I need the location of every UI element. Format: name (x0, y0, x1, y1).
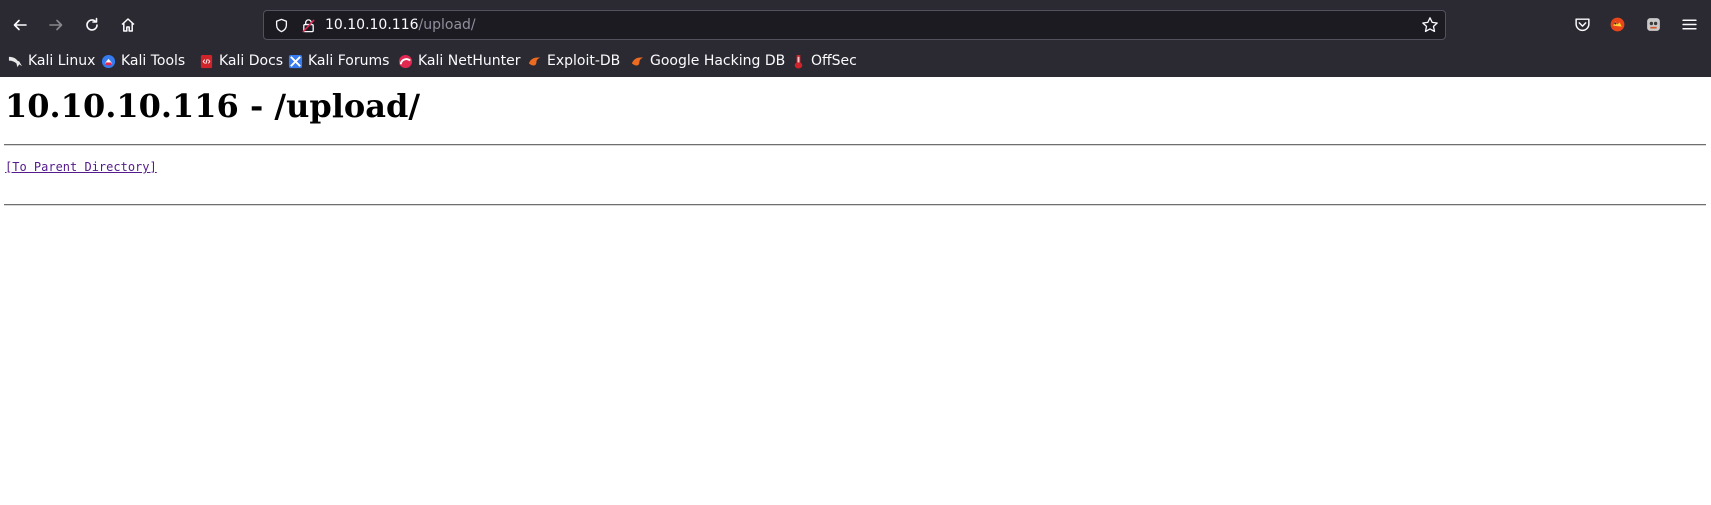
bookmarks-toolbar: Kali Linux Kali Tools Kali Docs Kali For… (0, 50, 1711, 77)
bookmark-star-icon[interactable] (1421, 16, 1439, 34)
bookmark-label: Google Hacking DB (650, 53, 786, 69)
nethunter-icon (398, 54, 413, 69)
exploit-db-icon (527, 54, 542, 69)
page-title: 10.10.10.116 - /upload/ (5, 87, 420, 125)
browser-chrome: 10.10.10.116/upload/ Kali Linux Kali Too… (0, 0, 1711, 77)
insecure-lock-icon[interactable] (300, 17, 316, 33)
tracking-protection-shield-icon[interactable] (273, 17, 289, 33)
kali-dragon-icon (8, 54, 23, 69)
bookmark-kali-forums[interactable]: Kali Forums (288, 50, 389, 72)
bookmark-label: Exploit-DB (547, 53, 621, 69)
home-icon[interactable] (115, 12, 141, 38)
kali-tools-icon (101, 54, 116, 69)
forward-arrow-icon[interactable] (43, 12, 69, 38)
url-text[interactable]: 10.10.10.116/upload/ (325, 16, 476, 34)
ghdb-icon (630, 54, 645, 69)
divider (4, 204, 1706, 206)
bookmark-label: Kali Docs (219, 53, 284, 69)
url-path: /upload/ (418, 17, 476, 33)
bookmark-kali-nethunter[interactable]: Kali NetHunter (398, 50, 520, 72)
url-host: 10.10.10.116 (325, 17, 419, 33)
bookmark-kali-tools[interactable]: Kali Tools (101, 50, 185, 72)
kali-forums-icon (288, 54, 303, 69)
bookmark-label: Kali Tools (121, 53, 186, 69)
extension-icon[interactable] (1607, 14, 1627, 34)
offsec-icon (791, 54, 806, 69)
page-content: 10.10.10.116 - /upload/ [To Parent Direc… (0, 77, 1711, 505)
bookmark-google-hacking-db[interactable]: Google Hacking DB (630, 50, 785, 72)
navigation-toolbar: 10.10.10.116/upload/ (0, 0, 1711, 50)
pocket-icon[interactable] (1572, 14, 1592, 34)
divider (4, 144, 1706, 146)
back-arrow-icon[interactable] (7, 12, 33, 38)
bookmark-kali-linux[interactable]: Kali Linux (8, 50, 95, 72)
bookmark-label: Kali Linux (28, 53, 96, 69)
kali-docs-icon (199, 54, 214, 69)
reload-icon[interactable] (79, 12, 105, 38)
bookmark-kali-docs[interactable]: Kali Docs (199, 50, 283, 72)
bookmark-label: Kali Forums (308, 53, 390, 69)
bookmark-label: OffSec (811, 53, 857, 69)
parent-directory-link[interactable]: [To Parent Directory] (5, 160, 157, 174)
extension-icon[interactable] (1643, 14, 1663, 34)
bookmark-label: Kali NetHunter (418, 53, 521, 69)
url-bar[interactable]: 10.10.10.116/upload/ (263, 10, 1446, 40)
bookmark-offsec[interactable]: OffSec (791, 50, 857, 72)
bookmark-exploit-db[interactable]: Exploit-DB (527, 50, 620, 72)
hamburger-menu-icon[interactable] (1679, 14, 1699, 34)
